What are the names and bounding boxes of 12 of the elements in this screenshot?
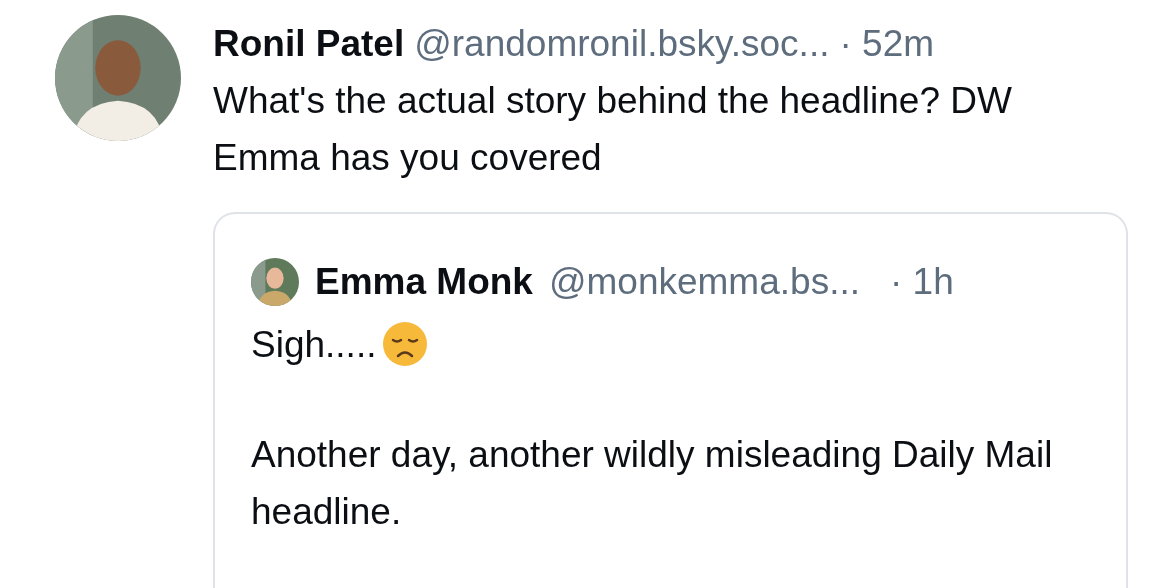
- post-text: Sigh.....: [251, 322, 377, 367]
- post-time: · 52m: [839, 22, 935, 66]
- sad-face-icon: [382, 321, 429, 367]
- post-time: · 1h: [889, 261, 954, 303]
- author-handle[interactable]: @randomronil.bsky.soc...: [414, 15, 830, 72]
- post-text: What's the actual story behind the headline? DW Emma has you covered: [213, 79, 1013, 180]
- author-name[interactable]: Ronil Patel: [213, 15, 405, 72]
- avatar: [251, 258, 299, 306]
- author-handle[interactable]: @monkemma.bs...: [548, 261, 860, 303]
- author-name[interactable]: Emma Monk: [315, 261, 533, 303]
- quoted-post-card[interactable]: Emma Monk @monkemma.bs... · 1h Sigh..... Another day, another wildly misleading Daily Mail headline.: [213, 212, 1128, 588]
- post-text: Another day, another wildly misleading Daily Mail headline.: [251, 433, 1054, 534]
